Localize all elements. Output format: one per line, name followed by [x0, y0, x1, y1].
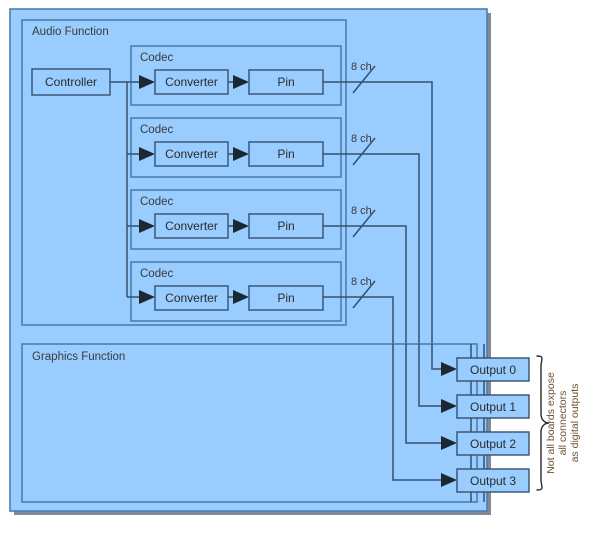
- diagram-canvas: Audio Function Controller Codec Converte…: [0, 0, 614, 538]
- codec-label-2: Codec: [140, 124, 173, 136]
- channel-label-1: 8 ch: [351, 61, 372, 73]
- converter-label-1: Converter: [165, 75, 218, 89]
- pin-label-4: Pin: [277, 291, 294, 305]
- pin-label-1: Pin: [277, 75, 294, 89]
- annotation-line-3: as digital outputs: [569, 384, 581, 463]
- controller-label: Controller: [45, 75, 97, 89]
- annotation-note: Not all boards expose all connectors as …: [545, 372, 581, 474]
- channel-label-2: 8 ch: [351, 133, 372, 145]
- output-label-1: Output 1: [470, 400, 516, 414]
- codec-label-3: Codec: [140, 196, 173, 208]
- codec-label-4: Codec: [140, 268, 173, 280]
- output-label-2: Output 2: [470, 437, 516, 451]
- annotation-line-1: Not all boards expose: [545, 372, 557, 474]
- audio-function-label: Audio Function: [32, 26, 109, 38]
- channel-label-4: 8 ch: [351, 276, 372, 288]
- pin-label-2: Pin: [277, 147, 294, 161]
- annotation-line-2: all connectors: [557, 391, 569, 456]
- channel-label-3: 8 ch: [351, 205, 372, 217]
- converter-label-2: Converter: [165, 147, 218, 161]
- pin-label-3: Pin: [277, 219, 294, 233]
- output-label-3: Output 3: [470, 474, 516, 488]
- graphics-function-group[interactable]: [21, 343, 478, 503]
- block-diagram: Audio Function Controller Codec Converte…: [9, 8, 581, 515]
- codec-label-1: Codec: [140, 52, 173, 64]
- converter-label-4: Converter: [165, 291, 218, 305]
- converter-label-3: Converter: [165, 219, 218, 233]
- graphics-function-label: Graphics Function: [32, 351, 125, 363]
- output-label-0: Output 0: [470, 363, 516, 377]
